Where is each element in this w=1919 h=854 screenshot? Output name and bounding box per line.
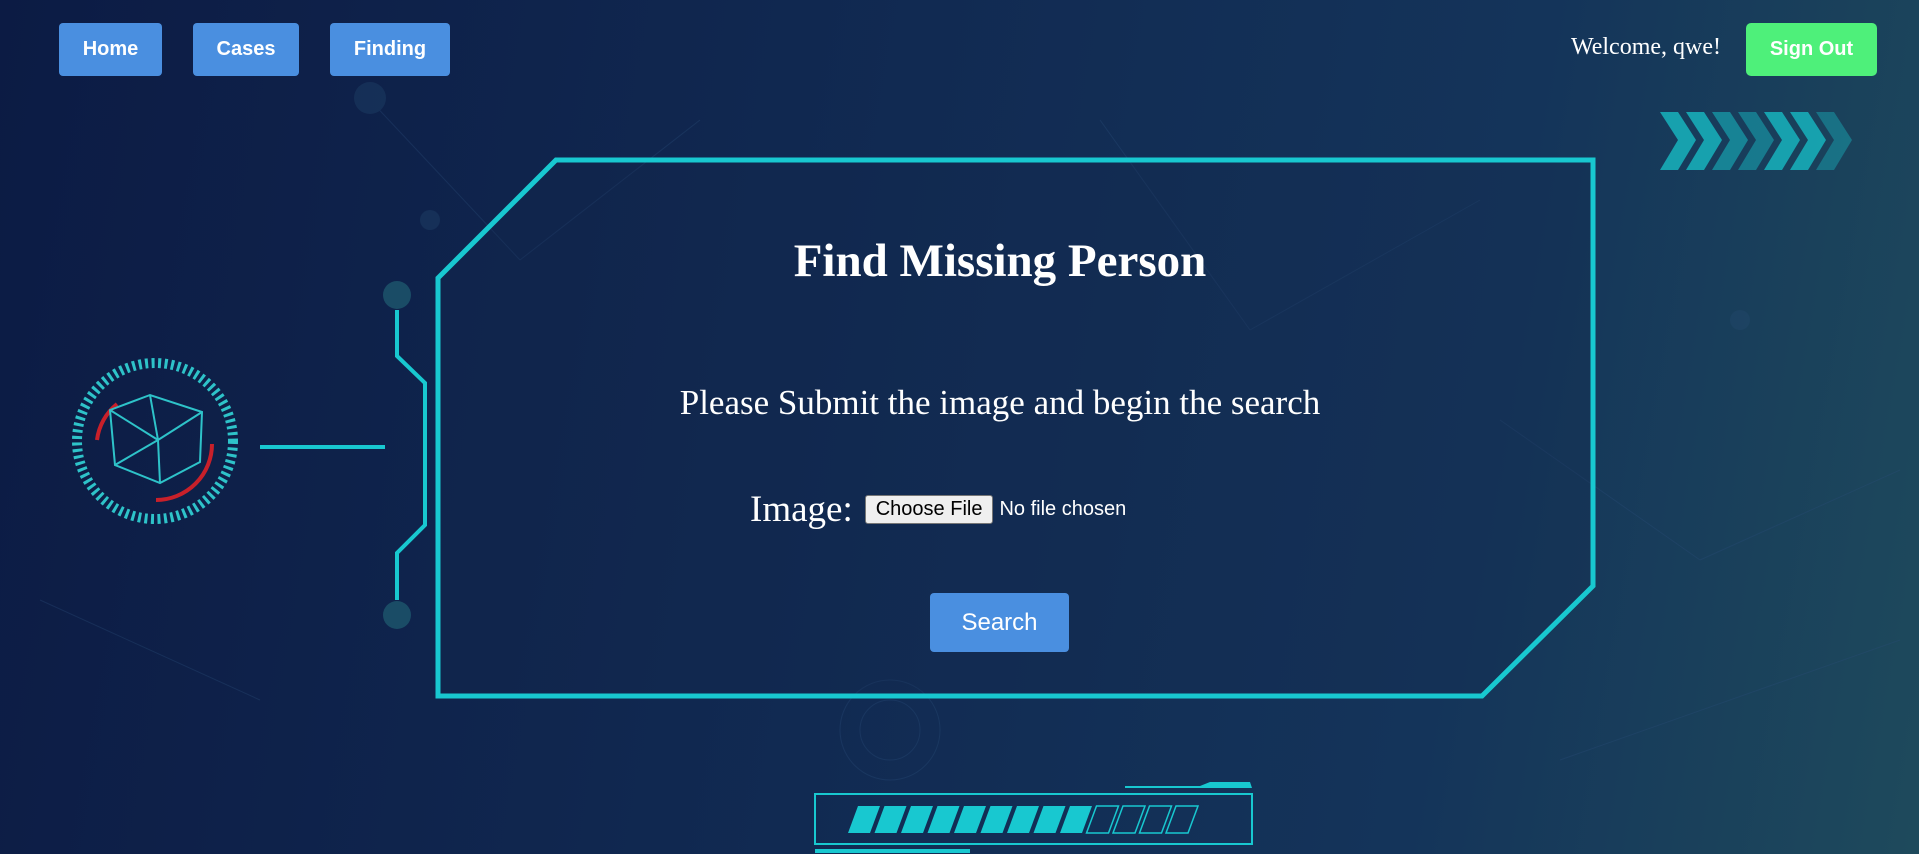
progress-segment [1085, 805, 1120, 834]
file-status-text: No file chosen [999, 498, 1127, 520]
progress-segment [954, 806, 986, 833]
instruction-text: Please Submit the image and begin the se… [679, 383, 1321, 422]
progress-segment [1164, 805, 1200, 834]
search-button[interactable]: Search [930, 593, 1069, 652]
progress-segment [874, 806, 907, 833]
nav-finding-button[interactable]: Finding [330, 23, 450, 76]
progress-segment [1060, 806, 1092, 833]
progress-segment [1007, 806, 1039, 833]
image-label: Image: [750, 489, 853, 530]
nav-cases-button[interactable]: Cases [193, 23, 299, 76]
progress-segment [980, 806, 1013, 833]
page-title: Find Missing Person [793, 235, 1207, 287]
chevrons-decor [1660, 112, 1852, 170]
progress-segment [1138, 805, 1173, 834]
progress-segment [848, 806, 880, 833]
progress-segment [927, 806, 960, 833]
progress-segment [1033, 806, 1066, 833]
background-decor [39, 82, 1901, 853]
nav-home-button[interactable]: Home [59, 23, 162, 76]
progress-segment [901, 806, 933, 833]
choose-file-button[interactable]: Choose File [864, 495, 994, 524]
welcome-text: Welcome, qwe! [1571, 34, 1721, 60]
sign-out-button[interactable]: Sign Out [1746, 23, 1877, 76]
image-upload-row: Image: Choose File No file chosen [750, 488, 1126, 531]
progress-segment [1111, 805, 1147, 834]
cube-ring-emblem [72, 358, 238, 524]
